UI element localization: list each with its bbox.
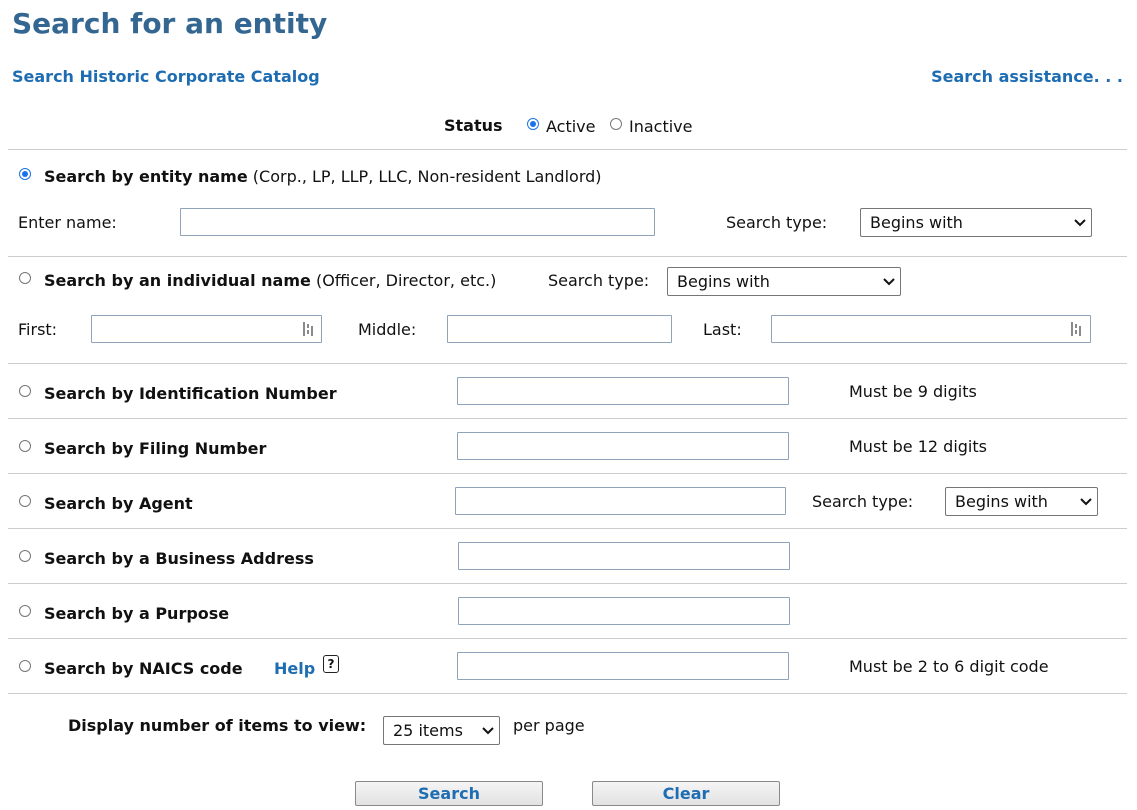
agent-search-type-value: Begins with [955,492,1048,511]
divider [8,149,1127,150]
items-per-page-select[interactable]: 25 items [383,716,500,745]
divider [8,693,1127,694]
first-name-input[interactable] [91,315,322,343]
first-name-label: First: [18,320,58,339]
individual-search-type-value: Begins with [677,272,770,291]
help-icon[interactable]: ? [323,655,339,673]
identification-hint: Must be 9 digits [849,382,977,401]
divider [8,528,1127,529]
entity-name-note: (Corp., LP, LLP, LLC, Non-resident Landl… [252,167,602,186]
items-per-page-value: 25 items [393,721,463,740]
password-manager-icon[interactable] [302,321,314,337]
entity-search-type-select[interactable]: Begins with [860,208,1092,237]
page-title: Search for an entity [12,7,328,40]
identification-label: Search by Identification Number [44,384,337,403]
status-active-label[interactable]: Active [546,117,596,136]
filing-radio[interactable] [19,440,31,452]
identification-radio[interactable] [19,385,31,397]
last-name-input[interactable] [771,315,1091,343]
entity-name-radio[interactable] [19,168,31,180]
divider [8,418,1127,419]
identification-input[interactable] [457,377,789,405]
last-name-label: Last: [703,320,742,339]
status-inactive-radio[interactable] [610,118,622,130]
historic-catalog-link[interactable]: Search Historic Corporate Catalog [12,67,320,86]
display-items-label: Display number of items to view: [68,716,367,735]
search-button[interactable]: Search [355,781,543,806]
middle-name-input[interactable] [447,315,672,343]
entity-search-type-value: Begins with [870,213,963,232]
divider [8,583,1127,584]
business-address-radio[interactable] [19,550,31,562]
business-address-input[interactable] [458,542,790,570]
filing-hint: Must be 12 digits [849,437,987,456]
individual-name-label: Search by an individual name [44,271,311,290]
chevron-down-icon [477,726,499,735]
naics-hint: Must be 2 to 6 digit code [849,657,1049,676]
agent-search-type-select[interactable]: Begins with [945,487,1098,516]
search-assistance-link[interactable]: Search assistance. . . [931,67,1123,86]
individual-name-note: (Officer, Director, etc.) [315,271,497,290]
filing-label: Search by Filing Number [44,439,267,458]
status-active-radio[interactable] [527,118,539,130]
filing-input[interactable] [457,432,789,460]
status-label: Status [444,116,503,135]
entity-name-input[interactable] [180,208,655,236]
individual-search-type-label: Search type: [548,271,650,290]
divider [8,256,1127,257]
password-manager-icon[interactable] [1070,321,1082,337]
purpose-label: Search by a Purpose [44,604,230,623]
naics-label: Search by NAICS code [44,659,243,678]
enter-name-label: Enter name: [18,213,117,232]
divider [8,638,1127,639]
chevron-down-icon [1075,497,1097,506]
individual-name-radio[interactable] [19,272,31,284]
per-page-label: per page [513,716,585,735]
chevron-down-icon [1069,218,1091,227]
agent-radio[interactable] [19,495,31,507]
naics-input[interactable] [457,652,789,680]
entity-search-type-label: Search type: [726,213,828,232]
purpose-radio[interactable] [19,605,31,617]
naics-radio[interactable] [19,660,31,672]
agent-label: Search by Agent [44,494,193,513]
entity-name-label: Search by entity name [44,167,248,186]
clear-button[interactable]: Clear [592,781,780,806]
divider [8,363,1127,364]
status-inactive-label[interactable]: Inactive [629,117,693,136]
individual-name-section: Search by an individual name (Officer, D… [44,271,496,290]
business-address-label: Search by a Business Address [44,549,314,568]
agent-input[interactable] [455,487,786,515]
middle-name-label: Middle: [358,320,417,339]
entity-name-section: Search by entity name (Corp., LP, LLP, L… [44,167,602,186]
individual-search-type-select[interactable]: Begins with [667,267,901,296]
naics-help-link[interactable]: Help [274,659,315,678]
divider [8,473,1127,474]
chevron-down-icon [878,277,900,286]
agent-search-type-label: Search type: [812,492,914,511]
purpose-input[interactable] [458,597,790,625]
